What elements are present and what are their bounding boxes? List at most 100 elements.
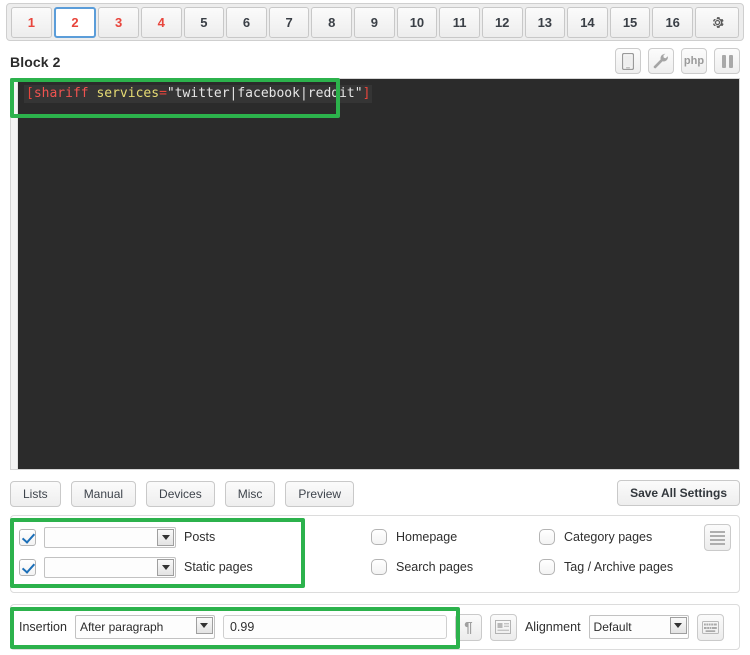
chevron-down-icon xyxy=(157,558,174,576)
search-pages-checkbox[interactable] xyxy=(371,559,387,575)
chevron-down-icon xyxy=(669,617,687,634)
tag-archive-pages-cell: Tag / Archive pages xyxy=(539,559,707,575)
device-icon xyxy=(622,52,634,70)
text-wrap-button[interactable] xyxy=(489,613,517,641)
settings-wrench-button[interactable] xyxy=(648,48,674,74)
lists-button[interactable]: Lists xyxy=(10,481,61,507)
insertion-mode-value: After paragraph xyxy=(79,620,164,634)
devices-label: Devices xyxy=(159,487,202,501)
category-pages-cell: Category pages xyxy=(539,529,707,545)
block-tab-6[interactable]: 6 xyxy=(226,6,267,38)
block-header-tools: php xyxy=(615,48,740,74)
static-pages-checkbox[interactable] xyxy=(19,558,36,576)
pause-button[interactable] xyxy=(714,48,740,74)
devices-button[interactable]: Devices xyxy=(146,481,215,507)
device-button[interactable] xyxy=(615,48,641,74)
chevron-down-icon xyxy=(195,617,213,634)
page-type-group: Homepage Category pages Search pages Tag… xyxy=(371,522,711,582)
block-tab-3[interactable]: 3 xyxy=(98,6,139,38)
block-tab-5[interactable]: 5 xyxy=(183,6,225,38)
code-token-equals: = xyxy=(159,86,167,101)
code-token-attribute: services xyxy=(96,86,160,101)
homepage-checkbox[interactable] xyxy=(371,529,387,545)
category-pages-checkbox[interactable] xyxy=(539,529,555,545)
block-tab-14[interactable]: 14 xyxy=(567,6,608,38)
page-type-row-1: Homepage Category pages xyxy=(371,522,711,552)
gear-icon xyxy=(712,16,724,28)
block-tab-14-label: 14 xyxy=(580,14,595,30)
save-all-settings-button[interactable]: Save All Settings xyxy=(617,480,740,506)
block-tab-8[interactable]: 8 xyxy=(311,6,352,38)
insertion-label: Insertion xyxy=(19,620,67,634)
alignment-select[interactable]: Default xyxy=(588,615,689,639)
search-pages-label: Search pages xyxy=(396,560,474,574)
tag-archive-pages-checkbox[interactable] xyxy=(539,559,555,575)
category-pages-label: Category pages xyxy=(564,530,653,544)
insertion-value-input[interactable]: 0.99 xyxy=(222,615,447,639)
static-pages-row: Static pages xyxy=(19,552,301,582)
block-tab-9[interactable]: 9 xyxy=(354,6,395,38)
php-label: php xyxy=(683,55,705,67)
keyboard-button[interactable] xyxy=(696,613,724,641)
display-list-button[interactable] xyxy=(704,524,731,551)
paragraph-button[interactable]: ¶ xyxy=(454,613,482,641)
block-tab-16-label: 16 xyxy=(665,14,680,30)
preview-button[interactable]: Preview xyxy=(285,481,355,507)
editor-body[interactable]: [shariff services="twitter|facebook|redd… xyxy=(18,79,739,469)
pause-icon xyxy=(721,54,733,68)
block-tab-13-label: 13 xyxy=(537,14,553,30)
block-tab-8-label: 8 xyxy=(328,14,336,30)
block-tab-4-label: 4 xyxy=(157,14,165,30)
block-tab-15[interactable]: 15 xyxy=(609,6,651,38)
block-tab-5-label: 5 xyxy=(200,14,208,30)
block-tab-1[interactable]: 1 xyxy=(11,6,52,38)
code-token-tag: shariff xyxy=(33,86,89,101)
posts-select[interactable] xyxy=(44,526,176,548)
page-title: Block 2 xyxy=(10,54,61,70)
block-tab-7-label: 7 xyxy=(285,14,293,30)
block-tab-16[interactable]: 16 xyxy=(652,6,693,38)
page-type-row-2: Search pages Tag / Archive pages xyxy=(371,552,711,582)
static-pages-select[interactable] xyxy=(44,556,176,578)
code-editor[interactable]: [shariff services="twitter|facebook|redd… xyxy=(10,78,740,470)
block-tab-6-label: 6 xyxy=(242,14,251,30)
block-tab-13[interactable]: 13 xyxy=(524,6,566,38)
php-button[interactable]: php xyxy=(681,48,707,74)
tag-archive-pages-label: Tag / Archive pages xyxy=(564,560,674,574)
block-tab-strip: 1 2 3 4 5 6 7 8 9 10 11 12 13 14 15 16 xyxy=(6,3,744,41)
wrench-icon xyxy=(653,53,668,69)
alignment-label: Alignment xyxy=(524,620,581,634)
block-tab-2[interactable]: 2 xyxy=(53,6,97,38)
chevron-down-icon xyxy=(157,528,174,546)
insertion-value-text: 0.99 xyxy=(229,620,255,634)
block-tab-10-label: 10 xyxy=(409,14,425,30)
ad-inserter-block-editor: 1 2 3 4 5 6 7 8 9 10 11 12 13 14 15 16 B… xyxy=(0,0,750,655)
code-token-value: "twitter|facebook|reddit" xyxy=(166,86,363,101)
block-tab-1-label: 1 xyxy=(27,14,35,30)
posts-row: Posts xyxy=(19,522,301,552)
manual-label: Manual xyxy=(83,487,124,501)
block-tab-4[interactable]: 4 xyxy=(140,6,182,38)
block-tab-11-label: 11 xyxy=(452,14,467,30)
insertion-panel: Insertion After paragraph 0.99 ¶ Alignme… xyxy=(10,604,740,650)
misc-button[interactable]: Misc xyxy=(224,481,276,507)
search-pages-cell: Search pages xyxy=(371,559,539,575)
text-wrap-icon xyxy=(495,620,512,634)
display-options-panel: Posts Static pages Homepage Category pag… xyxy=(10,515,740,593)
insertion-mode-select[interactable]: After paragraph xyxy=(74,615,215,639)
posts-checkbox[interactable] xyxy=(19,528,36,546)
settings-tab[interactable] xyxy=(695,6,739,38)
manual-button[interactable]: Manual xyxy=(70,481,137,507)
code-line-1: [shariff services="twitter|facebook|redd… xyxy=(24,85,373,103)
block-tab-12[interactable]: 12 xyxy=(481,6,523,38)
post-type-group: Posts Static pages xyxy=(19,522,301,582)
code-token-close-bracket: ] xyxy=(362,86,371,101)
block-tab-9-label: 9 xyxy=(370,14,378,30)
misc-label: Misc xyxy=(237,487,263,501)
block-tab-2-label: 2 xyxy=(71,14,79,30)
block-tab-10[interactable]: 10 xyxy=(396,6,438,38)
block-tab-7[interactable]: 7 xyxy=(268,6,310,38)
homepage-cell: Homepage xyxy=(371,529,539,545)
keyboard-icon xyxy=(701,620,719,634)
block-tab-11[interactable]: 11 xyxy=(439,6,480,38)
